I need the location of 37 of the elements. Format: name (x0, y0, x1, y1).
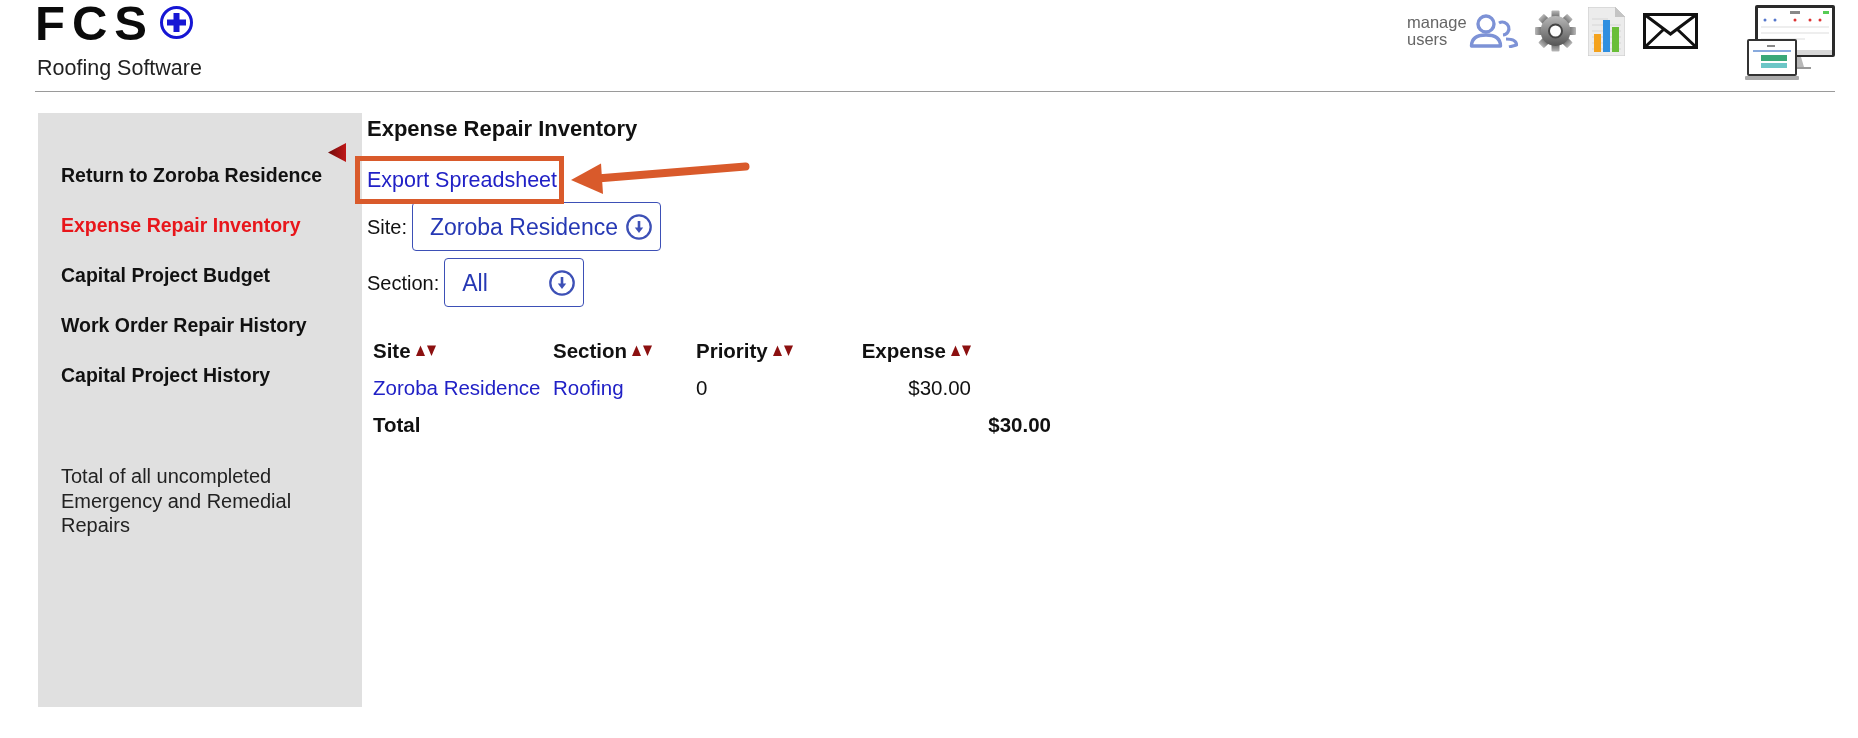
down-arrow-circle-icon (626, 213, 652, 240)
plus-circle-icon (160, 6, 193, 39)
users-icon (1469, 14, 1519, 48)
field-label: Site: (367, 214, 408, 240)
table-link[interactable]: Zoroba Residence (373, 375, 541, 399)
sort-arrows-icon[interactable] (632, 345, 653, 356)
manage-users-button[interactable]: manage users (1407, 14, 1519, 48)
mail-icon[interactable] (1643, 13, 1698, 49)
sidebar-item[interactable]: Capital Project Budget (61, 250, 271, 300)
table-cell-text: $30.00 (907, 374, 972, 401)
page-title: Expense Repair Inventory (367, 115, 638, 143)
field-label: Section: (367, 270, 440, 296)
dropdown[interactable]: All (444, 258, 585, 307)
column-header: Section (553, 338, 628, 363)
down-arrow-circle-icon (549, 269, 576, 296)
sort-arrows-icon[interactable] (951, 345, 971, 356)
total-value: $30.00 (987, 411, 1052, 438)
dropdown[interactable]: Zoroba Residence (412, 202, 661, 251)
export-link[interactable]: Export Spreadsheet (367, 166, 558, 194)
sidebar-note: Total of all uncompleted Emergency and Remedial Repairs (61, 464, 293, 538)
monitor-laptop-icon[interactable] (1745, 5, 1835, 80)
sidebar-item[interactable]: Capital Project History (61, 350, 271, 400)
logo-tagline: Roofing Software (37, 56, 202, 80)
sidebar-item[interactable]: Return to Zoroba Residence (61, 150, 323, 200)
bar-chart-document-icon[interactable] (1588, 6, 1625, 56)
sort-arrows-icon[interactable] (772, 345, 793, 356)
column-header: Priority (696, 338, 768, 363)
column-header: Expense (861, 338, 946, 363)
logo-wordmark: FCS (35, 0, 154, 46)
total-label: Total (373, 412, 421, 436)
column-header: Site (373, 338, 411, 363)
table-link[interactable]: Roofing (553, 375, 624, 399)
sidebar-item[interactable]: Work Order Repair History (61, 300, 307, 350)
settings-icon[interactable] (1533, 9, 1578, 53)
left-triangle-icon[interactable] (328, 143, 346, 162)
table-cell-text: 0 (695, 374, 709, 401)
sort-arrows-icon[interactable] (415, 345, 436, 356)
